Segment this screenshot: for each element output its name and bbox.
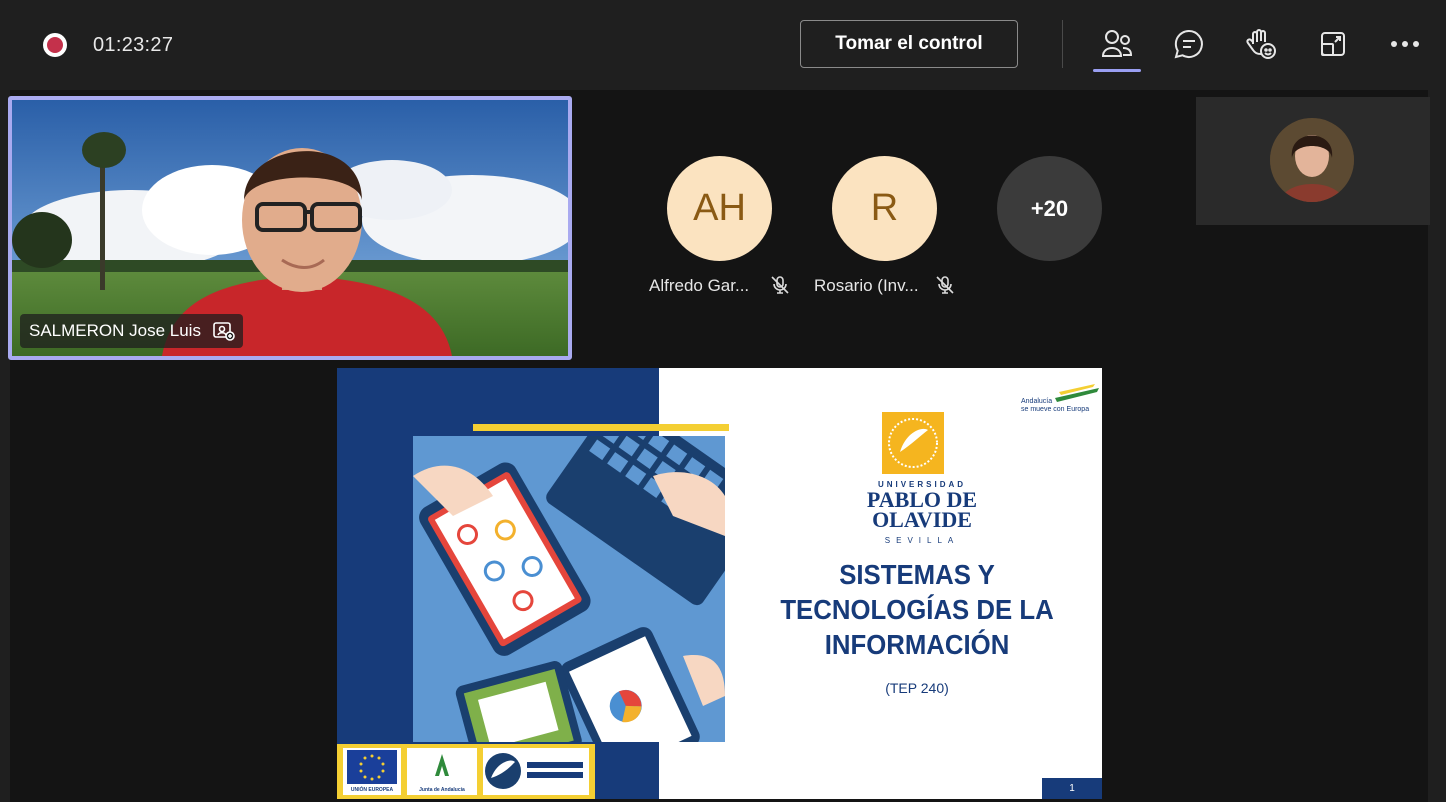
- slide-subtitle: (TEP 240): [885, 680, 949, 696]
- eu-logo: UNIÓN EUROPEA: [343, 748, 401, 795]
- sharing-content-icon: [213, 320, 235, 342]
- active-tab-indicator: [1093, 69, 1141, 72]
- meeting-top-bar: 01:23:27 Tomar el control: [0, 0, 1446, 88]
- participant-name: Rosario (Inv...: [814, 276, 919, 295]
- participant-name: Alfredo Gar...: [649, 276, 750, 295]
- university-name-line: OLAVIDE: [872, 507, 972, 532]
- people-icon[interactable]: [1099, 26, 1135, 62]
- university-logo-icon: [882, 412, 944, 474]
- slide-title-line: INFORMACIÓN: [824, 629, 1010, 660]
- self-video-thumbnail[interactable]: [1196, 97, 1430, 225]
- more-participants-button[interactable]: +20: [997, 156, 1102, 261]
- university-city: SEVILLA: [884, 536, 960, 545]
- slide-illustration: [413, 436, 725, 742]
- funding-logos-strip: UNIÓN EUROPEA Junta de Andalucía: [337, 744, 595, 799]
- participant-avatar[interactable]: R: [832, 156, 937, 261]
- chat-icon[interactable]: [1171, 26, 1207, 62]
- slide-page-number: 1: [1042, 778, 1102, 799]
- eu-logo-label: UNIÓN EUROPEA: [350, 787, 394, 793]
- slide-title-line: TECNOLOGÍAS DE LA: [780, 594, 1054, 625]
- junta-andalucia-logo: Junta de Andalucía: [407, 748, 477, 795]
- slide-accent-bar: [473, 424, 729, 431]
- more-options-icon[interactable]: [1387, 26, 1423, 62]
- shared-presentation-slide: Andalucía se mueve con Europa UNIVERSIDA…: [337, 368, 1102, 799]
- slide-title-line: SISTEMAS Y: [839, 559, 995, 590]
- raise-hand-icon[interactable]: [1243, 26, 1279, 62]
- speaker-video-tile[interactable]: SALMERON Jose Luis: [8, 96, 572, 360]
- recording-indicator-icon: [43, 33, 67, 57]
- toolbar-divider: [1062, 20, 1063, 68]
- andalucia-emblem-icon: [1055, 384, 1099, 402]
- mic-off-icon: [935, 275, 955, 295]
- upo-footer-logo: [483, 748, 589, 795]
- speaker-name-tag: SALMERON Jose Luis: [20, 314, 243, 348]
- share-screen-icon[interactable]: [1315, 26, 1351, 62]
- mic-off-icon: [770, 275, 790, 295]
- take-control-button[interactable]: Tomar el control: [800, 20, 1018, 68]
- self-avatar: [1270, 118, 1354, 202]
- meeting-timer: 01:23:27: [93, 34, 174, 56]
- speaker-name: SALMERON Jose Luis: [29, 321, 201, 340]
- participant-avatar[interactable]: AH: [667, 156, 772, 261]
- andalucia-subtext: se mueve con Europa: [1021, 406, 1090, 413]
- junta-logo-label: Junta de Andalucía: [419, 787, 465, 793]
- university-name: PABLO DE OLAVIDE: [837, 489, 1007, 532]
